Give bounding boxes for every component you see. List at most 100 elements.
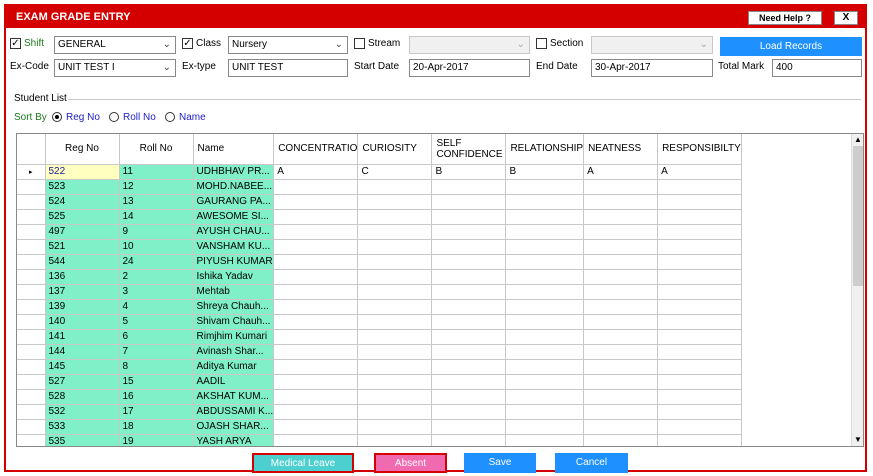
cell-responsibility[interactable] (657, 389, 742, 405)
column-header-name[interactable]: Name (193, 134, 275, 165)
row-selector[interactable] (17, 389, 46, 405)
cell-roll-no[interactable]: 17 (119, 404, 194, 420)
cell-neatness[interactable] (583, 194, 659, 210)
cell-self-confidence[interactable] (431, 224, 507, 240)
cell-curiosity[interactable] (357, 389, 433, 405)
cell-neatness[interactable] (583, 359, 659, 375)
cell-reg-no[interactable]: 532 (45, 404, 120, 420)
cell-roll-no[interactable]: 8 (119, 359, 194, 375)
cell-responsibility[interactable] (657, 239, 742, 255)
cell-reg-no[interactable]: 521 (45, 239, 120, 255)
cell-neatness[interactable] (583, 179, 659, 195)
cell-reg-no[interactable]: 528 (45, 389, 120, 405)
cell-relationship[interactable] (505, 269, 585, 285)
row-selector[interactable]: ▸ (17, 164, 46, 180)
column-header-reg-no[interactable]: Reg No (45, 134, 120, 165)
cell-responsibility[interactable] (657, 254, 742, 270)
cell-reg-no[interactable]: 533 (45, 419, 120, 435)
cell-reg-no[interactable]: 497 (45, 224, 120, 240)
cell-reg-no[interactable]: 137 (45, 284, 120, 300)
cell-responsibility[interactable] (657, 344, 742, 360)
cell-relationship[interactable]: B (505, 164, 585, 180)
cell-self-confidence[interactable] (431, 419, 507, 435)
cell-relationship[interactable] (505, 194, 585, 210)
cell-concentration[interactable] (273, 209, 359, 225)
ex-code-dropdown[interactable]: UNIT TEST I ⌄ (54, 59, 176, 77)
sort-reg-no-label[interactable]: Reg No (66, 112, 100, 123)
cell-responsibility[interactable] (657, 419, 742, 435)
cell-concentration[interactable] (273, 329, 359, 345)
close-button[interactable]: X (834, 11, 858, 25)
cell-neatness[interactable] (583, 299, 659, 315)
cell-self-confidence[interactable] (431, 179, 507, 195)
cell-name[interactable]: VANSHAM KU... (193, 239, 275, 255)
cell-concentration[interactable] (273, 179, 359, 195)
row-selector[interactable] (17, 329, 46, 345)
cell-neatness[interactable] (583, 269, 659, 285)
cell-neatness[interactable] (583, 254, 659, 270)
row-selector[interactable] (17, 254, 46, 270)
cell-curiosity[interactable] (357, 374, 433, 390)
cell-responsibility[interactable] (657, 224, 742, 240)
cell-neatness[interactable] (583, 329, 659, 345)
table-row[interactable]: 523 12 MOHD.NABEE... (17, 179, 742, 195)
table-row[interactable]: 532 17 ABDUSSAMI K... (17, 404, 742, 420)
cell-relationship[interactable] (505, 374, 585, 390)
sort-reg-no-radio[interactable] (52, 112, 62, 122)
cell-self-confidence[interactable] (431, 284, 507, 300)
cell-reg-no[interactable]: 527 (45, 374, 120, 390)
cell-neatness[interactable] (583, 209, 659, 225)
cell-roll-no[interactable]: 24 (119, 254, 194, 270)
cell-self-confidence[interactable] (431, 329, 507, 345)
row-selector[interactable] (17, 179, 46, 195)
row-selector[interactable] (17, 194, 46, 210)
cell-curiosity[interactable] (357, 419, 433, 435)
table-row[interactable]: 527 15 AADIL (17, 374, 742, 390)
shift-dropdown[interactable]: GENERAL ⌄ (54, 36, 176, 54)
cell-name[interactable]: Ishika Yadav (193, 269, 275, 285)
cell-self-confidence[interactable] (431, 299, 507, 315)
cell-reg-no[interactable]: 145 (45, 359, 120, 375)
start-date-field[interactable]: 20-Apr-2017 (409, 59, 530, 77)
cell-concentration[interactable] (273, 269, 359, 285)
column-header-responsibility[interactable]: RESPONSIBILTY (657, 134, 742, 165)
column-header-curiosity[interactable]: CURIOSITY (357, 134, 433, 165)
cell-responsibility[interactable] (657, 269, 742, 285)
table-row[interactable]: 139 4 Shreya Chauh... (17, 299, 742, 315)
sort-name-radio[interactable] (165, 112, 175, 122)
column-header-neatness[interactable]: NEATNESS (583, 134, 659, 165)
total-mark-field[interactable]: 400 (772, 59, 862, 77)
cell-name[interactable]: Aditya Kumar (193, 359, 275, 375)
cell-relationship[interactable] (505, 179, 585, 195)
row-selector[interactable] (17, 404, 46, 420)
cell-name[interactable]: PIYUSH KUMAR (193, 254, 275, 270)
cell-curiosity[interactable] (357, 359, 433, 375)
cell-relationship[interactable] (505, 344, 585, 360)
cell-relationship[interactable] (505, 209, 585, 225)
table-row[interactable]: 497 9 AYUSH CHAU... (17, 224, 742, 240)
cell-relationship[interactable] (505, 329, 585, 345)
cell-reg-no[interactable]: 535 (45, 434, 120, 446)
cell-self-confidence[interactable] (431, 239, 507, 255)
cell-concentration[interactable] (273, 434, 359, 446)
cell-responsibility[interactable]: A (657, 164, 742, 180)
class-checkbox[interactable]: ✓ (182, 38, 193, 49)
cell-responsibility[interactable] (657, 194, 742, 210)
cell-self-confidence[interactable] (431, 389, 507, 405)
table-row[interactable]: 533 18 OJASH SHAR... (17, 419, 742, 435)
row-selector[interactable] (17, 314, 46, 330)
sort-roll-no-label[interactable]: Roll No (123, 112, 156, 123)
row-selector[interactable] (17, 419, 46, 435)
end-date-field[interactable]: 30-Apr-2017 (591, 59, 713, 77)
cell-neatness[interactable] (583, 374, 659, 390)
sort-name-label[interactable]: Name (179, 112, 206, 123)
table-row[interactable]: 544 24 PIYUSH KUMAR (17, 254, 742, 270)
cell-self-confidence[interactable]: B (431, 164, 507, 180)
cell-responsibility[interactable] (657, 374, 742, 390)
cell-name[interactable]: ABDUSSAMI K... (193, 404, 275, 420)
cell-roll-no[interactable]: 9 (119, 224, 194, 240)
cell-name[interactable]: AYUSH CHAU... (193, 224, 275, 240)
column-header-concentration[interactable]: CONCENTRATIO (273, 134, 359, 165)
table-row[interactable]: 145 8 Aditya Kumar (17, 359, 742, 375)
cell-concentration[interactable] (273, 314, 359, 330)
